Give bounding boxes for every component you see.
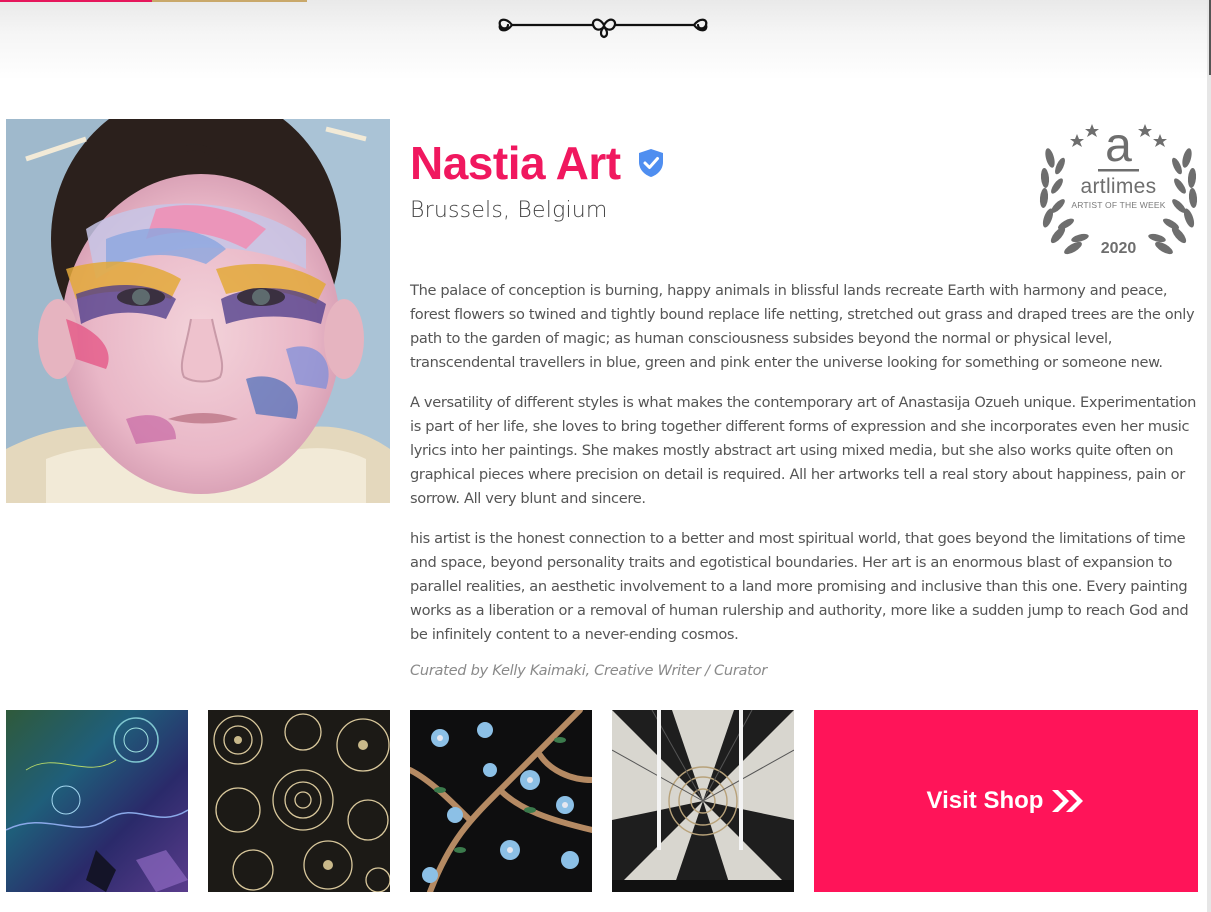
header-accent-gold bbox=[152, 0, 307, 2]
artwork-thumbnail-4[interactable] bbox=[612, 710, 794, 892]
artist-portrait bbox=[6, 119, 390, 503]
artwork-thumbnail-3[interactable] bbox=[410, 710, 592, 892]
bio-paragraph: The palace of conception is burning, hap… bbox=[410, 282, 1195, 371]
artist-name: Nastia Art bbox=[410, 137, 621, 189]
ornament-divider-icon bbox=[498, 18, 708, 39]
artist-header: Nastia Art bbox=[410, 137, 665, 189]
verified-shield-icon bbox=[638, 149, 663, 177]
artwork-thumbnail-2[interactable] bbox=[208, 710, 390, 892]
header-accent-pink bbox=[0, 0, 152, 2]
award-year: 2020 bbox=[1100, 240, 1137, 257]
curator-credit: Curated by Kelly Kaimaki, Creative Write… bbox=[410, 662, 767, 679]
bio-paragraph: A versatility of different styles is wha… bbox=[410, 394, 1197, 507]
double-chevron-right-icon bbox=[1052, 790, 1084, 812]
artwork-thumbnail-1[interactable] bbox=[6, 710, 188, 892]
award-subtitle: ARTIST OF THE WEEK bbox=[1071, 200, 1166, 210]
artist-location: Brussels, Belgium bbox=[410, 198, 608, 223]
award-brand: artlimes bbox=[1080, 175, 1157, 198]
visit-shop-label: Visit Shop bbox=[926, 787, 1044, 814]
artist-bio: The palace of conception is burning, hap… bbox=[410, 279, 1200, 663]
scrollbar-track[interactable] bbox=[1207, 0, 1211, 912]
bio-paragraph: his artist is the honest connection to a… bbox=[410, 530, 1189, 643]
artist-of-the-week-badge: a artlimes ARTIST OF THE WEEK 2020 bbox=[1036, 118, 1201, 263]
award-letter: a bbox=[1105, 119, 1132, 172]
visit-shop-button[interactable]: Visit Shop bbox=[814, 710, 1198, 892]
